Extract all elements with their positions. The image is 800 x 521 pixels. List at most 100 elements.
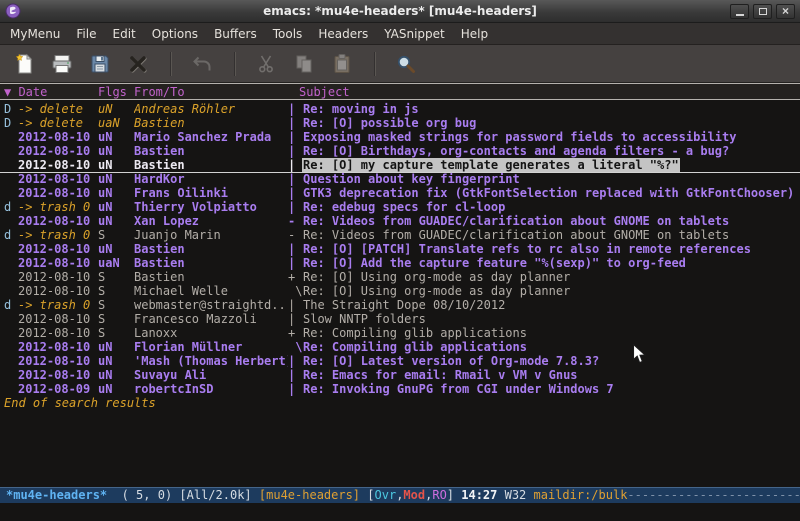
print-button[interactable] <box>46 49 78 79</box>
message-row[interactable]: 2012-08-10 uN Suvayu Ali | Re: Emacs for… <box>0 368 800 382</box>
menu-headers[interactable]: Headers <box>310 25 376 43</box>
copy-icon <box>292 52 316 76</box>
message-from: Andreas Röhler <box>134 102 288 116</box>
column-flags[interactable]: Flgs <box>98 85 134 99</box>
message-row[interactable]: 2012-08-10 S Francesco Mazzoli | Slow NN… <box>0 312 800 326</box>
thread-char: | <box>288 368 302 382</box>
mark-char <box>4 270 18 284</box>
minimize-button[interactable] <box>730 4 749 19</box>
thread-char: | <box>288 242 302 256</box>
message-row[interactable]: d -> trash 0 S webmaster@straightd... | … <box>0 298 800 312</box>
mark-char <box>4 354 18 368</box>
thread-char: | <box>288 102 302 116</box>
message-row[interactable]: d -> trash 0 uN Thierry Volpiatto | Re: … <box>0 200 800 214</box>
message-row[interactable]: D -> delete uaN Bastien | Re: [O] possib… <box>0 116 800 130</box>
mark-char <box>4 144 18 158</box>
message-row[interactable]: 2012-08-10 uN Frans Oilinki | GTK3 depre… <box>0 186 800 200</box>
thread-char: | <box>288 158 302 172</box>
paste-button[interactable] <box>326 49 358 79</box>
message-row[interactable]: d -> trash 0 S Juanjo Marin - Re: Videos… <box>0 228 800 242</box>
sort-column-date[interactable]: ▼ Date <box>4 85 98 99</box>
menu-edit[interactable]: Edit <box>105 25 144 43</box>
mark-char <box>4 368 18 382</box>
message-row[interactable]: 2012-08-10 uaN Bastien | Re: [O] Add the… <box>0 256 800 270</box>
thread-char: | <box>288 298 302 312</box>
new-file-button[interactable] <box>8 49 40 79</box>
menu-mymenu[interactable]: MyMenu <box>2 25 68 43</box>
undo-button[interactable] <box>186 49 218 79</box>
paste-icon <box>330 52 354 76</box>
close-buffer-button[interactable] <box>122 49 154 79</box>
save-button[interactable] <box>84 49 116 79</box>
message-row[interactable]: 2012-08-10 S Lanoxx + Re: Compiling glib… <box>0 326 800 340</box>
message-row[interactable]: 2012-08-10 uN HardKor | Question about k… <box>0 172 800 186</box>
thread-char: | <box>288 116 302 130</box>
menu-buffers[interactable]: Buffers <box>206 25 265 43</box>
message-row[interactable]: D -> delete uN Andreas Röhler | Re: movi… <box>0 102 800 116</box>
message-date: 2012-08-10 <box>18 130 98 144</box>
modeline-segment: RO <box>432 488 446 502</box>
message-subject: Re: [O] Latest version of Org-mode 7.8.3… <box>302 354 800 368</box>
message-flags: S <box>98 312 134 326</box>
close-button[interactable]: × <box>776 4 795 19</box>
toolbar-separator <box>374 52 376 76</box>
message-flags: S <box>98 270 134 284</box>
modeline-segment: ] <box>447 488 461 502</box>
column-from[interactable]: From/To <box>134 85 288 99</box>
message-flags: uaN <box>98 116 134 130</box>
thread-char: | <box>288 172 302 186</box>
message-row[interactable]: 2012-08-09 uN robertcInSD | Re: Invoking… <box>0 382 800 396</box>
message-from: Bastien <box>134 158 288 172</box>
copy-button[interactable] <box>288 49 320 79</box>
message-date: 2012-08-10 <box>18 172 98 186</box>
message-subject: Re: Emacs for email: Rmail v VM v Gnus <box>302 368 800 382</box>
mark-char <box>4 312 18 326</box>
message-flags: S <box>98 228 134 242</box>
message-date: 2012-08-10 <box>18 256 98 270</box>
menu-file[interactable]: File <box>68 25 104 43</box>
column-subject[interactable]: Subject <box>288 85 350 99</box>
new-file-icon <box>12 52 36 76</box>
message-subject: Re: Videos from GUADEC/clarification abo… <box>302 214 800 228</box>
modeline-segment: ( 5, 0) <box>107 488 179 502</box>
thread-char: | <box>288 130 302 144</box>
modeline-segment: ------------------------- <box>627 488 800 502</box>
message-from: Michael Welle <box>134 284 288 298</box>
mark-char <box>4 214 18 228</box>
mark-char <box>4 172 18 186</box>
window-controls: × <box>730 4 795 19</box>
cut-button[interactable] <box>250 49 282 79</box>
menu-options[interactable]: Options <box>144 25 206 43</box>
message-subject: Question about key fingerprint <box>302 172 800 186</box>
thread-char: | <box>288 382 302 396</box>
menu-yasnippet[interactable]: YASnippet <box>376 25 453 43</box>
message-row[interactable]: 2012-08-10 uN Florian Müllner \ Re: Comp… <box>0 340 800 354</box>
message-date: 2012-08-10 <box>18 144 98 158</box>
message-row[interactable]: 2012-08-10 uN Bastien | Re: [O] Birthday… <box>0 144 800 158</box>
message-row[interactable]: 2012-08-10 uN 'Mash (Thomas Herbert) | R… <box>0 354 800 368</box>
message-row[interactable]: 2012-08-10 uN Mario Sanchez Prada | Expo… <box>0 130 800 144</box>
message-row[interactable]: 2012-08-10 S Michael Welle \ Re: [O] Usi… <box>0 284 800 298</box>
message-flags: S <box>98 284 134 298</box>
menu-tools[interactable]: Tools <box>265 25 311 43</box>
message-flags: S <box>98 298 134 312</box>
message-date: 2012-08-10 <box>18 270 98 284</box>
message-date: 2012-08-10 <box>18 214 98 228</box>
message-from: robertcInSD <box>134 382 288 396</box>
message-row[interactable]: 2012-08-10 S Bastien + Re: [O] Using org… <box>0 270 800 284</box>
message-date: 2012-08-10 <box>18 242 98 256</box>
mark-char: d <box>4 298 18 312</box>
headers-buffer: D -> delete uN Andreas Röhler | Re: movi… <box>0 100 800 487</box>
message-row[interactable]: 2012-08-10 uN Bastien | Re: [O] my captu… <box>0 158 800 173</box>
message-subject: Re: [O] Add the capture feature "%(sexp)… <box>302 256 800 270</box>
emacs-frame: emacs: *mu4e-headers* [mu4e-headers] × M… <box>0 0 800 521</box>
modeline-segment: [All/2.0k] <box>179 488 258 502</box>
thread-char: \ <box>288 340 302 354</box>
message-row[interactable]: 2012-08-10 uN Bastien | Re: [O] [PATCH] … <box>0 242 800 256</box>
message-flags: uN <box>98 214 134 228</box>
modeline-segment: Ovr <box>375 488 397 502</box>
message-row[interactable]: 2012-08-10 uN Xan Lopez - Re: Videos fro… <box>0 214 800 228</box>
menu-help[interactable]: Help <box>453 25 496 43</box>
search-button[interactable] <box>390 49 422 79</box>
maximize-button[interactable] <box>753 4 772 19</box>
